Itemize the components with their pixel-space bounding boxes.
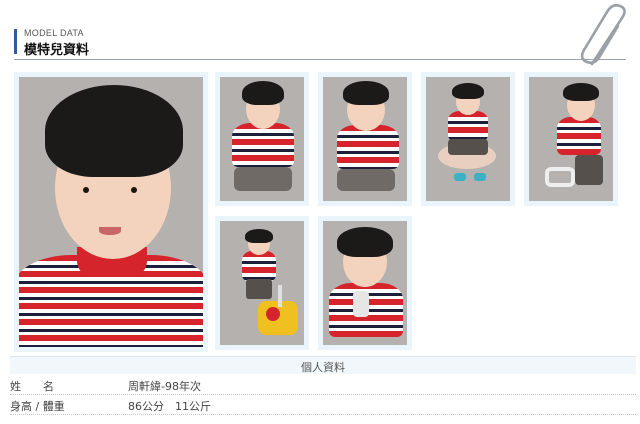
section-title: 個人資料 bbox=[301, 361, 345, 374]
photo-image bbox=[323, 77, 407, 201]
photo-thumb-5[interactable] bbox=[215, 216, 309, 350]
page-header: MODEL DATA 模特兒資料 bbox=[14, 26, 626, 60]
main-photo[interactable] bbox=[14, 72, 208, 352]
info-value: 周軒緯-98年次 bbox=[128, 380, 201, 393]
photo-image bbox=[529, 77, 613, 201]
info-label: 姓 名 bbox=[10, 380, 54, 393]
photo-image bbox=[323, 221, 407, 345]
info-row-height-weight: 身高 / 體重 86公分 11公斤 bbox=[10, 395, 636, 415]
photo-thumb-1[interactable] bbox=[215, 72, 309, 206]
photo-image bbox=[426, 77, 510, 201]
photo-thumb-6[interactable] bbox=[318, 216, 412, 350]
portrait-image bbox=[19, 77, 203, 347]
photo-image bbox=[220, 77, 304, 201]
info-label: 身高 / 體重 bbox=[10, 400, 65, 413]
info-value: 86公分 11公斤 bbox=[128, 400, 211, 413]
paperclip-icon bbox=[580, 4, 626, 66]
personal-info-header: 個人資料 bbox=[10, 356, 636, 374]
photo-image bbox=[220, 221, 304, 345]
photo-thumb-4[interactable] bbox=[524, 72, 618, 206]
info-row-name: 姓 名 周軒緯-98年次 bbox=[10, 375, 636, 395]
photo-thumb-3[interactable] bbox=[421, 72, 515, 206]
page-title: 模特兒資料 bbox=[24, 43, 90, 58]
header-accent-bar bbox=[14, 29, 17, 54]
photo-thumb-2[interactable] bbox=[318, 72, 412, 206]
header-subtitle: MODEL DATA bbox=[24, 28, 84, 38]
